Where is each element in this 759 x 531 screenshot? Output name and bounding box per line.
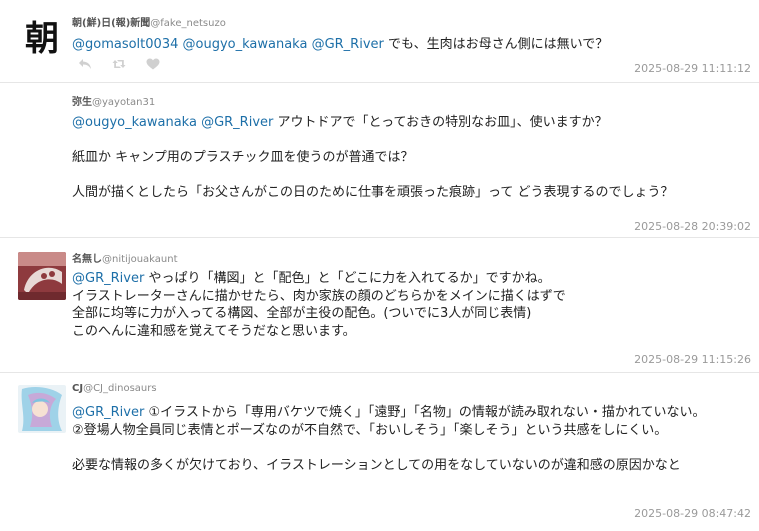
- tweet-line: 全部に均等に力が入ってる構図、全部が主役の配色。(ついでに3人が同じ表情): [72, 306, 532, 322]
- user-handle[interactable]: @CJ_dinosaurs: [83, 383, 157, 394]
- avatar[interactable]: [18, 385, 66, 433]
- tweet-text: @GR_River やっぱり「構図」と「配色」と「どこに力を入れてるか」ですかね…: [72, 270, 745, 340]
- tweet-3: 名無し@nitijouakaunt @GR_River やっぱり「構図」と「配色…: [0, 237, 759, 372]
- tweet-line: 人間が描くとしたら「お父さんがこの日のために仕事を頑張った痕跡」って どう表現す…: [72, 185, 674, 201]
- timestamp[interactable]: 2025-08-28 20:39:02: [634, 220, 751, 233]
- tweet-header: 名無し@nitijouakaunt: [72, 250, 178, 265]
- tweet-line: イラストレーターさんに描かせたら、肉か家族の顔のどちらかをメインに描くはずで: [72, 288, 566, 304]
- like-icon[interactable]: [146, 58, 160, 70]
- tweet-4: CJ@CJ_dinosaurs @GR_River ①イラストから「専用バケツで…: [0, 372, 759, 530]
- user-name[interactable]: 朝(鮮)日(報)新聞: [72, 18, 150, 29]
- tweet-actions: [78, 58, 160, 70]
- retweet-icon[interactable]: [112, 58, 126, 70]
- timestamp[interactable]: 2025-08-29 11:15:26: [634, 353, 751, 366]
- timestamp[interactable]: 2025-08-29 11:11:12: [634, 62, 751, 75]
- tweet-line: アウトドアで「とっておきの特別なお皿」、使いますか？: [277, 115, 608, 130]
- mention[interactable]: @GR_River: [201, 115, 273, 130]
- tweet-line: ②登場人物全員同じ表情とポーズなのが不自然で、「おいしそう」「楽しそう」という共…: [72, 422, 668, 438]
- user-handle[interactable]: @yayotan31: [92, 97, 155, 108]
- tweet-line: このへんに違和感を覚えてそうだなと思います。: [72, 323, 356, 339]
- tweet-header: 弥生@yayotan31: [72, 93, 155, 108]
- user-handle[interactable]: @nitijouakaunt: [102, 254, 178, 265]
- user-name[interactable]: CJ: [72, 383, 83, 394]
- tweet-line: やっぱり「構図」と「配色」と「どこに力を入れてるか」ですかね。: [148, 271, 551, 286]
- user-name[interactable]: 名無し: [72, 254, 102, 265]
- timestamp[interactable]: 2025-08-29 08:47:42: [634, 507, 751, 520]
- mention[interactable]: @GR_River: [72, 271, 144, 286]
- tweet-line: [72, 439, 745, 457]
- tweet-2: 弥生@yayotan31 @ougyo_kawanaka @GR_River ア…: [0, 82, 759, 237]
- mention[interactable]: @GR_River: [72, 405, 144, 420]
- avatar-glyph: 朝: [25, 19, 59, 59]
- user-handle[interactable]: @fake_netsuzo: [150, 18, 226, 29]
- tweet-text: @GR_River ①イラストから「専用バケツで焼く」「遠野」「名物」の情報が読…: [72, 404, 745, 474]
- avatar[interactable]: [18, 252, 66, 300]
- tweet-header: CJ@CJ_dinosaurs: [72, 383, 157, 394]
- reply-icon[interactable]: [78, 58, 92, 70]
- tweet-header: 朝(鮮)日(報)新聞@fake_netsuzo: [72, 14, 226, 29]
- mention[interactable]: @GR_River: [312, 37, 384, 52]
- tweet-line: [72, 132, 745, 150]
- tweet-line: ①イラストから「専用バケツで焼く」「遠野」「名物」の情報が読み取れない・描かれて…: [148, 405, 706, 420]
- tweet-line: 紙皿か キャンプ用のプラスチック皿を使うのが普通では？: [72, 150, 414, 166]
- mention[interactable]: @gomasolt0034: [72, 37, 178, 52]
- tweet-line: でも、生肉はお母さん側には無いで？: [388, 37, 609, 52]
- tweet-line: 必要な情報の多くが欠けており、イラストレーションとしての用をなしていないのが違和…: [72, 457, 681, 473]
- tweet-text: @gomasolt0034 @ougyo_kawanaka @GR_River …: [72, 36, 745, 54]
- tweet-1: 朝 朝(鮮)日(報)新聞@fake_netsuzo @gomasolt0034 …: [0, 0, 759, 82]
- tweet-text: @ougyo_kawanaka @GR_River アウトドアで「とっておきの特…: [72, 114, 745, 202]
- user-name[interactable]: 弥生: [72, 97, 92, 108]
- mention[interactable]: @ougyo_kawanaka: [72, 115, 197, 130]
- mention[interactable]: @ougyo_kawanaka: [183, 37, 308, 52]
- avatar[interactable]: 朝: [18, 14, 66, 62]
- tweet-line: [72, 167, 745, 185]
